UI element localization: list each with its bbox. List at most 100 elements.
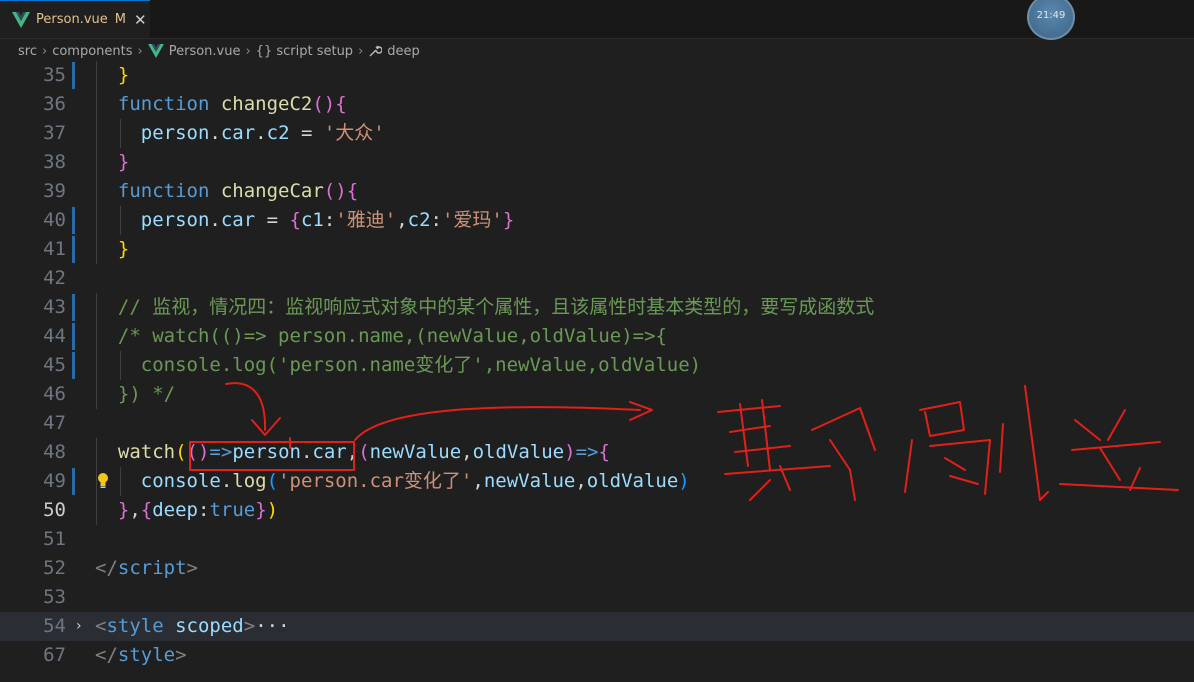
code-token: ,	[472, 470, 484, 492]
code-text: person.car.c2 = '大众'	[95, 119, 385, 148]
git-change-marker[interactable]	[72, 62, 75, 89]
code-token: c1	[300, 209, 324, 231]
code-text: console.log('person.car变化了',newValue,old…	[95, 467, 690, 496]
code-text: function changeC2(){	[95, 90, 347, 119]
code-token: }) */	[95, 383, 176, 405]
code-line[interactable]: 51	[0, 525, 1194, 554]
code-token: '爱玛'	[441, 209, 503, 231]
vue-icon	[147, 44, 164, 58]
code-token: .	[220, 470, 233, 492]
breadcrumb-src[interactable]: src	[18, 44, 37, 59]
code-token: '大众'	[323, 122, 385, 144]
git-change-marker[interactable]	[72, 294, 75, 321]
line-number: 53	[43, 586, 66, 608]
code-token: (	[175, 441, 187, 463]
code-token: ,	[396, 209, 408, 231]
breadcrumb-script-setup[interactable]: {} script setup	[256, 44, 353, 59]
chevron-right-icon: ›	[137, 43, 143, 59]
code-token: )	[564, 441, 576, 463]
code-token: /* watch(()=> person.name,(newValue,oldV…	[95, 325, 667, 347]
code-token: watch	[95, 441, 176, 463]
code-text: }	[95, 61, 129, 90]
code-token: </	[95, 644, 118, 666]
code-line[interactable]: 37 person.car.c2 = '大众'	[0, 119, 1194, 148]
code-token: }	[255, 499, 267, 521]
code-line[interactable]: 36 function changeC2(){	[0, 90, 1194, 119]
code-token: newValue	[369, 441, 462, 463]
code-token: >	[175, 644, 187, 666]
code-line[interactable]: 39 function changeCar(){	[0, 177, 1194, 206]
clock-widget: 21:49	[1027, 0, 1075, 40]
code-token: function	[95, 93, 221, 115]
line-number: 38	[43, 151, 66, 173]
code-token: .	[209, 209, 221, 231]
code-line[interactable]: 67 </style>	[0, 641, 1194, 670]
code-token: c2	[266, 122, 290, 144]
code-line[interactable]: 38 }	[0, 148, 1194, 177]
code-token: scoped	[163, 615, 244, 637]
code-token: ,	[129, 499, 141, 521]
code-line[interactable]: 43 // 监视，情况四：监视响应式对象中的某个属性，且该属性时基本类型的，要写…	[0, 293, 1194, 322]
code-line[interactable]: 47	[0, 409, 1194, 438]
code-line[interactable]: 41 }	[0, 235, 1194, 264]
line-number: 49	[43, 470, 66, 492]
code-line[interactable]: 45 console.log('person.name变化了',newValue…	[0, 351, 1194, 380]
line-number: 42	[43, 267, 66, 289]
code-token: )	[266, 499, 279, 521]
code-line[interactable]: 50 },{deep:true})	[0, 496, 1194, 525]
code-token: ,	[575, 470, 587, 492]
git-change-marker[interactable]	[72, 236, 75, 263]
code-token: =>	[575, 441, 599, 463]
code-line[interactable]: 35 }	[0, 61, 1194, 90]
git-change-marker[interactable]	[72, 207, 75, 234]
code-token: car	[220, 209, 256, 231]
breadcrumb-deep[interactable]: deep	[387, 44, 420, 59]
code-token: oldValue	[586, 470, 679, 492]
code-line[interactable]: 44 /* watch(()=> person.name,(newValue,o…	[0, 322, 1194, 351]
code-line[interactable]: 46 }) */	[0, 380, 1194, 409]
code-line[interactable]: 53	[0, 583, 1194, 612]
git-change-marker[interactable]	[72, 323, 75, 350]
code-text: </script>	[95, 554, 198, 583]
code-line[interactable]: 49 console.log('person.car变化了',newValue,…	[0, 467, 1194, 496]
code-line[interactable]: 42	[0, 264, 1194, 293]
code-token: script	[117, 557, 187, 579]
code-token: log	[232, 470, 267, 492]
code-token: style	[106, 615, 164, 637]
code-text: // 监视，情况四：监视响应式对象中的某个属性，且该属性时基本类型的，要写成函数…	[95, 293, 874, 322]
tab-bar: Person.vue M ✕ 21:49	[0, 0, 1194, 40]
code-token: >	[243, 615, 256, 637]
code-text: }	[95, 235, 129, 264]
code-text: watch(()=>person.car,(newValue,oldValue)…	[95, 438, 610, 467]
code-text: }) */	[95, 380, 175, 409]
code-token: car	[220, 122, 256, 144]
code-line[interactable]: 54 › <style scoped>···	[0, 612, 1194, 641]
code-token: 'person.car变化了'	[278, 470, 473, 492]
line-number: 41	[43, 238, 66, 260]
code-line[interactable]: 52 </script>	[0, 554, 1194, 583]
code-token: console.log('person.name变化了',newValue,ol…	[95, 354, 702, 376]
modified-badge: M	[114, 12, 126, 27]
code-token: ,	[461, 441, 473, 463]
code-token: person	[232, 441, 301, 463]
breadcrumb-file[interactable]: Person.vue	[169, 44, 241, 59]
code-token: c2	[407, 209, 431, 231]
code-token: }	[502, 209, 515, 231]
fold-chevron-icon[interactable]: ›	[76, 612, 82, 641]
code-editor[interactable]: 35 } 36 function changeC2(){37 person.car…	[0, 61, 1194, 682]
git-change-marker[interactable]	[72, 352, 75, 379]
code-line[interactable]: 40 person.car = {c1:'雅迪',c2:'爱玛'}	[0, 206, 1194, 235]
close-icon[interactable]: ✕	[134, 11, 147, 29]
line-number: 45	[43, 354, 66, 376]
breadcrumb-components[interactable]: components	[52, 44, 132, 59]
code-token: person	[95, 209, 210, 231]
line-number: 37	[43, 122, 66, 144]
chevron-right-icon: ›	[245, 43, 251, 59]
code-token: style	[117, 644, 176, 666]
code-token: person	[95, 122, 210, 144]
code-line[interactable]: 48 watch(()=>person.car,(newValue,oldVal…	[0, 438, 1194, 467]
git-change-marker[interactable]	[72, 468, 75, 495]
tab-person-vue[interactable]: Person.vue M ✕	[0, 0, 150, 38]
code-token: newValue	[483, 470, 576, 492]
code-token: (	[358, 441, 370, 463]
